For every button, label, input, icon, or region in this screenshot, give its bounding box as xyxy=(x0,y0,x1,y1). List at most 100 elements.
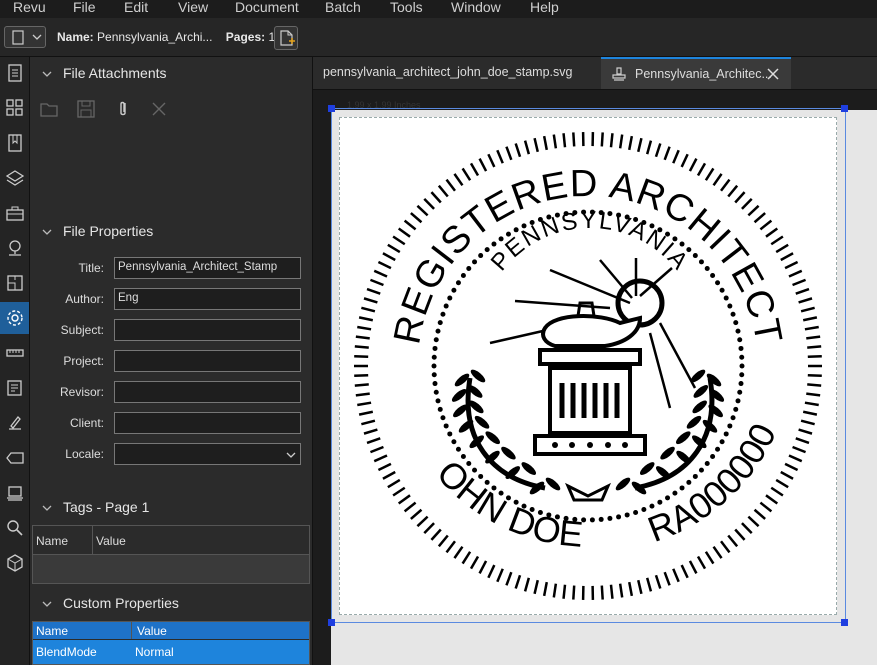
menu-help[interactable]: Help xyxy=(530,0,559,15)
attach-icon[interactable] xyxy=(113,99,133,119)
tick-mark xyxy=(800,306,815,313)
tick-mark xyxy=(627,581,634,597)
client-field[interactable] xyxy=(114,412,301,434)
tags-title[interactable]: Tags - Page 1 xyxy=(63,499,149,515)
tick-mark xyxy=(680,153,689,168)
table-row[interactable]: BlendMode Normal xyxy=(33,640,309,664)
close-icon[interactable] xyxy=(767,68,779,80)
toolbox-icon[interactable] xyxy=(0,197,29,229)
chevron-down-icon[interactable] xyxy=(42,69,52,79)
attachments-title[interactable]: File Attachments xyxy=(63,65,167,81)
bookmarks-icon[interactable] xyxy=(0,127,29,159)
tick-mark xyxy=(712,545,723,559)
tick-mark xyxy=(416,204,429,217)
subject-field[interactable] xyxy=(114,319,301,341)
thumbnails-icon[interactable] xyxy=(0,57,29,89)
title-field[interactable]: Pennsylvania_Architect_Stamp xyxy=(114,257,301,279)
ring-dot xyxy=(672,490,678,496)
custom-row-value: Normal xyxy=(135,645,174,659)
measure-icon[interactable] xyxy=(0,337,29,369)
ring-dot xyxy=(719,439,725,445)
tick-mark xyxy=(487,153,496,168)
forms-icon[interactable] xyxy=(0,267,29,299)
delete-icon[interactable] xyxy=(149,99,169,119)
ring-dot xyxy=(437,406,443,412)
ring-dot xyxy=(733,406,739,412)
custom-row-name: BlendMode xyxy=(36,645,97,659)
menu-view[interactable]: View xyxy=(178,0,208,15)
tick-mark xyxy=(445,540,456,554)
resize-handle[interactable] xyxy=(328,619,335,626)
project-field[interactable] xyxy=(114,350,301,372)
new-page-button[interactable] xyxy=(274,26,298,50)
ring-dot xyxy=(447,431,453,437)
tick-mark xyxy=(357,325,372,331)
tick-mark xyxy=(704,167,715,181)
resize-handle[interactable] xyxy=(841,619,848,626)
tick-mark xyxy=(505,146,513,161)
stack-icon[interactable] xyxy=(0,477,29,509)
tick-mark xyxy=(788,269,803,278)
custom-col-value[interactable]: Value xyxy=(137,624,167,638)
chevron-down-icon[interactable] xyxy=(286,450,296,460)
tags-icon[interactable] xyxy=(0,442,29,474)
ring-dot xyxy=(698,467,704,473)
project-label: Project: xyxy=(63,354,104,368)
tick-mark xyxy=(354,354,369,359)
ring-dot xyxy=(704,266,710,272)
signatures-icon[interactable] xyxy=(0,407,29,439)
3d-icon[interactable] xyxy=(0,547,29,579)
ring-dot xyxy=(633,509,639,515)
ring-dot xyxy=(657,499,663,505)
menu-document[interactable]: Document xyxy=(235,0,299,15)
custom-title[interactable]: Custom Properties xyxy=(63,595,179,611)
menu-tools[interactable]: Tools xyxy=(390,0,423,15)
tick-mark xyxy=(478,158,488,172)
menu-file[interactable]: File xyxy=(73,0,96,15)
chevron-down-icon[interactable] xyxy=(42,227,52,237)
tags-col-name[interactable]: Name xyxy=(36,534,68,548)
resize-handle[interactable] xyxy=(328,105,335,112)
tick-mark xyxy=(654,143,662,158)
chevron-down-icon[interactable] xyxy=(42,503,52,513)
ring-dot xyxy=(431,354,437,360)
revisor-field[interactable] xyxy=(114,381,301,403)
author-field[interactable]: Eng xyxy=(114,288,301,310)
tick-mark xyxy=(600,585,604,600)
menu-revu[interactable]: Revu xyxy=(13,0,46,15)
properties-title[interactable]: File Properties xyxy=(63,223,153,239)
grid-icon[interactable] xyxy=(0,92,29,124)
tags-col-value[interactable]: Value xyxy=(96,534,126,548)
menu-batch[interactable]: Batch xyxy=(325,0,361,15)
ring-dot xyxy=(616,514,622,520)
properties-icon[interactable] xyxy=(0,302,29,334)
document-canvas[interactable]: 1.99 x 1.99 Inches REGISTERED ARCHITECT … xyxy=(313,85,877,665)
resize-handle[interactable] xyxy=(841,105,848,112)
tick-mark xyxy=(366,437,381,445)
tab-svg-file[interactable]: pennsylvania_architect_john_doe_stamp.sv… xyxy=(313,57,601,89)
ring-dot xyxy=(730,415,736,421)
tick-mark xyxy=(369,278,384,287)
places-icon[interactable] xyxy=(0,232,29,264)
tick-mark xyxy=(727,534,739,548)
ring-dot xyxy=(432,345,438,351)
tick-mark xyxy=(387,243,401,254)
tick-mark xyxy=(672,568,680,583)
markups-icon[interactable] xyxy=(0,372,29,404)
folder-icon[interactable] xyxy=(39,99,59,119)
menu-window[interactable]: Window xyxy=(451,0,501,15)
save-icon[interactable] xyxy=(76,99,96,119)
tab-stamp-pdf[interactable]: Pennsylvania_Architec... xyxy=(601,57,791,89)
search-icon[interactable] xyxy=(0,512,29,544)
menu-edit[interactable]: Edit xyxy=(124,0,148,15)
tick-mark xyxy=(387,478,401,489)
document-tabs: pennsylvania_architect_john_doe_stamp.sv… xyxy=(313,57,877,90)
custom-col-name[interactable]: Name xyxy=(36,624,68,638)
tick-mark xyxy=(514,143,522,158)
ring-dot xyxy=(437,320,443,326)
leaf xyxy=(660,446,675,460)
layers-icon[interactable] xyxy=(0,162,29,194)
document-menu-button[interactable] xyxy=(4,26,46,48)
chevron-down-icon[interactable] xyxy=(42,599,52,609)
locale-select[interactable] xyxy=(114,443,301,465)
